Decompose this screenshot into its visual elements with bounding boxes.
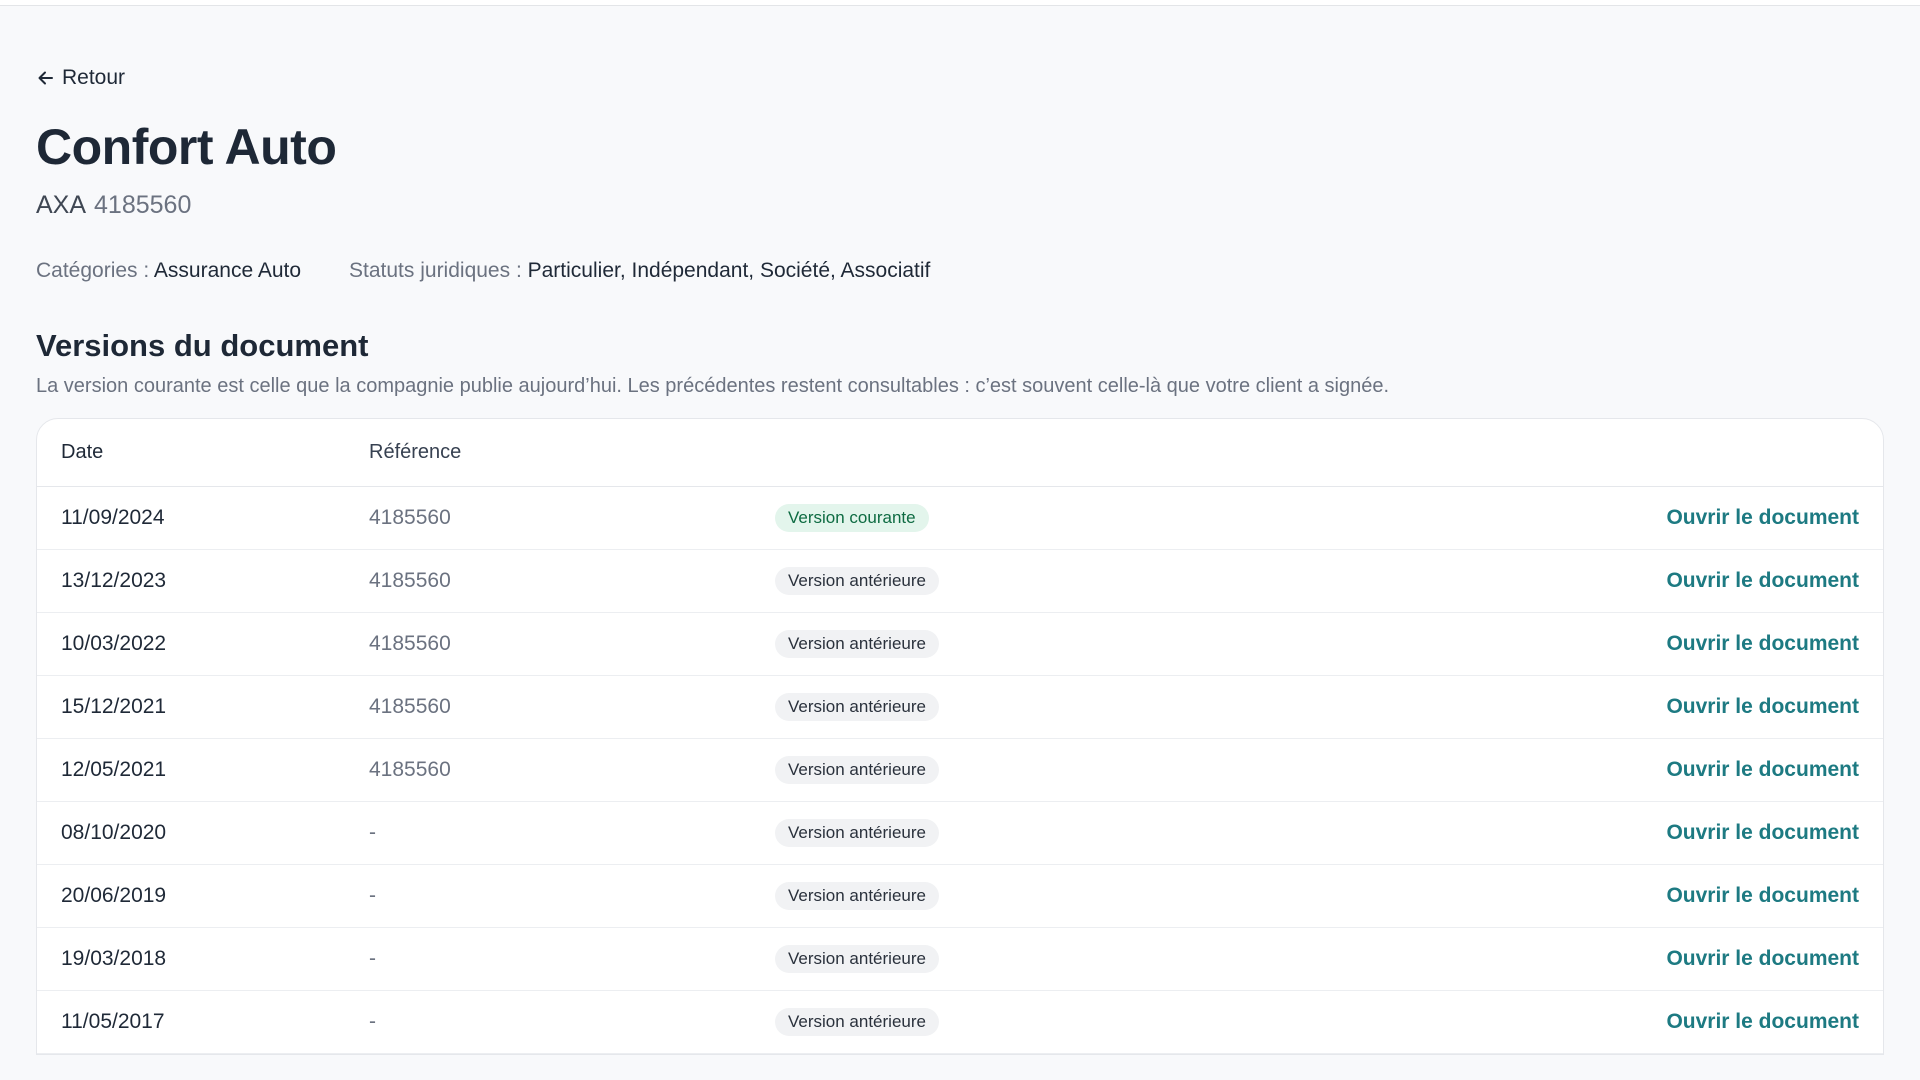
versions-title: Versions du document	[36, 328, 369, 363]
open-document-link[interactable]: Ouvrir le document	[1666, 695, 1859, 718]
version-date: 15/12/2021	[61, 695, 167, 718]
arrow-left-icon	[36, 68, 56, 88]
version-reference: 4185560	[369, 695, 451, 718]
product-subtitle: AXA 4185560	[36, 188, 1883, 222]
status-badge: Version antérieure	[775, 882, 939, 910]
version-reference: 4185560	[369, 569, 451, 592]
version-reference: 4185560	[369, 506, 451, 529]
legal-statuses-value: Particulier, Indépendant, Société, Assoc…	[527, 259, 931, 282]
product-reference: 4185560	[94, 191, 192, 219]
open-document-link[interactable]: Ouvrir le document	[1666, 1010, 1859, 1033]
open-document-link[interactable]: Ouvrir le document	[1666, 506, 1859, 529]
version-date: 11/09/2024	[61, 506, 165, 529]
versions-description: La version courante est celle que la com…	[36, 375, 1390, 397]
insurer-name: AXA	[36, 191, 87, 219]
versions-table: Date Référence 11/09/2024 4185560 Version …	[36, 418, 1884, 1055]
table-row: 15/12/2021 4185560 Version antérieure Ouvri…	[37, 676, 1883, 739]
table-row: 11/09/2024 4185560 Version courante Ouvrir …	[37, 487, 1883, 550]
version-date: 10/03/2022	[61, 632, 167, 655]
version-date: 13/12/2023	[61, 569, 167, 592]
back-label: Retour	[62, 66, 126, 89]
page-title: Confort Auto	[36, 119, 337, 175]
version-reference: 4185560	[369, 758, 451, 781]
open-document-link[interactable]: Ouvrir le document	[1666, 569, 1859, 592]
status-badge: Version courante	[775, 504, 929, 532]
open-document-link[interactable]: Ouvrir le document	[1666, 947, 1859, 970]
status-badge: Version antérieure	[775, 567, 939, 595]
table-row: 12/05/2021 4185560 Version antérieure Ouvri…	[37, 739, 1883, 802]
column-header-reference: Référence	[369, 441, 462, 463]
status-badge: Version antérieure	[775, 945, 939, 973]
table-header: Date Référence	[37, 419, 1883, 487]
product-meta: Catégories : Assurance Auto Statuts juri…	[36, 256, 1883, 286]
table-body: 11/09/2024 4185560 Version courante Ouvrir …	[37, 487, 1883, 1054]
version-date: 12/05/2021	[61, 758, 167, 781]
open-document-link[interactable]: Ouvrir le document	[1666, 758, 1859, 781]
table-row: 08/10/2020 - Version antérieure Ouvrir le d…	[37, 802, 1883, 865]
legal-statuses: Statuts juridiques : Particulier, Indépe…	[349, 256, 930, 286]
version-date: 20/06/2019	[61, 884, 167, 907]
table-row: 13/12/2023 4185560 Version antérieure Ouvri…	[37, 550, 1883, 613]
status-badge: Version antérieure	[775, 630, 939, 658]
table-row: 19/03/2018 - Version antérieure Ouvrir le d…	[37, 928, 1883, 991]
version-date: 08/10/2020	[61, 821, 167, 844]
status-badge: Version antérieure	[775, 1008, 939, 1036]
status-badge: Version antérieure	[775, 756, 939, 784]
table-row: 11/05/2017 - Version antérieure Ouvrir le d…	[37, 991, 1883, 1054]
open-document-link[interactable]: Ouvrir le document	[1666, 632, 1859, 655]
version-date: 11/05/2017	[61, 1010, 165, 1033]
version-reference: -	[369, 884, 376, 907]
categories: Catégories : Assurance Auto	[36, 256, 301, 286]
categories-label: Catégories :	[36, 259, 150, 282]
table-row: 20/06/2019 - Version antérieure Ouvrir le d…	[37, 865, 1883, 928]
back-link[interactable]: Retour	[36, 60, 125, 96]
status-badge: Version antérieure	[775, 693, 939, 721]
version-reference: -	[369, 1010, 376, 1033]
table-row: 10/03/2022 4185560 Version antérieure Ouvri…	[37, 613, 1883, 676]
open-document-link[interactable]: Ouvrir le document	[1666, 821, 1859, 844]
version-reference: -	[369, 821, 376, 844]
top-bar	[0, 0, 1920, 6]
status-badge: Version antérieure	[775, 819, 939, 847]
version-reference: 4185560	[369, 632, 451, 655]
page-content: Retour Confort Auto AXA 4185560 Catégorie…	[36, 60, 1884, 1055]
version-reference: -	[369, 947, 376, 970]
column-header-date: Date	[61, 441, 104, 463]
categories-value: Assurance Auto	[153, 259, 302, 282]
legal-statuses-label: Statuts juridiques :	[349, 259, 522, 282]
version-date: 19/03/2018	[61, 947, 167, 970]
open-document-link[interactable]: Ouvrir le document	[1666, 884, 1859, 907]
